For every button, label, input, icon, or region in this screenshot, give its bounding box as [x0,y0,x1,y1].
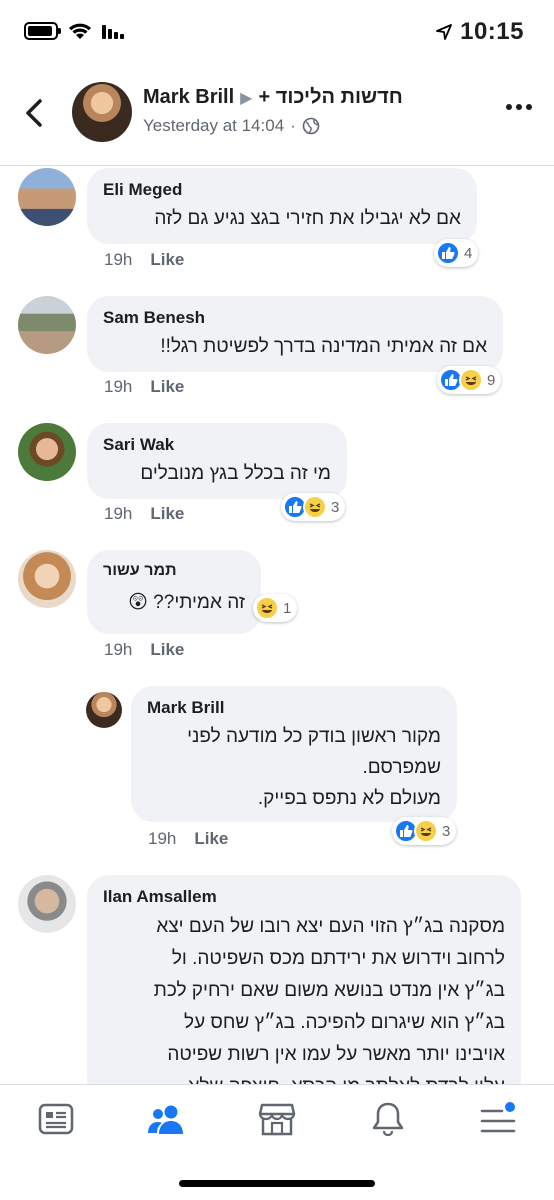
commenter-avatar[interactable] [18,423,76,481]
reaction-count: 3 [331,498,340,516]
like-button[interactable]: Like [150,250,184,270]
commenter-name[interactable]: Eli Meged [103,180,461,200]
comment-text: מסקנה בג״ץ הזוי העם יצא רובו של העם יצא [156,916,505,937]
comment-time[interactable]: 19h [104,377,132,397]
comment-text: בג״ץ אין מנדט בנושא משום שאם ירחיק לכת [153,980,505,1001]
globe-icon [302,117,320,135]
marketplace-icon [258,1103,296,1136]
news-feed-icon [38,1103,74,1135]
groups-icon [148,1105,183,1134]
post-header: Mark Brill ▶ חדשות הליכוד + Yesterday at… [0,70,554,166]
comment-time[interactable]: 19h [104,640,132,660]
more-options-icon[interactable] [506,104,532,110]
author-name[interactable]: Mark Brill [143,86,234,109]
comment-bubble: Mark Brill מקור ראשון בודק כל מודעה לפני… [131,686,457,822]
group-name[interactable]: חדשות הליכוד + [258,86,402,109]
status-time: 10:15 [460,18,524,45]
like-button[interactable]: Like [150,377,184,397]
reaction-count: 9 [487,371,496,389]
commenter-avatar[interactable] [18,296,76,354]
location-arrow-icon [436,24,453,40]
comment-meta: 19h Like [104,504,184,524]
haha-reaction-icon [255,596,279,620]
reaction-summary[interactable]: 1 [253,594,298,622]
notifications-tab[interactable] [368,1099,408,1139]
comment-time[interactable]: 19h [104,250,132,270]
signal-icon [102,23,124,39]
reaction-summary[interactable]: 4 [434,239,479,267]
bell-icon [372,1102,404,1137]
author-avatar[interactable] [72,82,132,142]
back-icon[interactable] [20,96,50,130]
comment-meta: 19h Like [104,640,184,660]
post-timestamp[interactable]: Yesterday at 14:04 [143,116,284,136]
comment-meta: 19h Like [104,377,184,397]
comment-meta: 19h Like [104,250,184,270]
comment-bubble: תמר עשור זה אמיתי?? 😲 [87,550,261,634]
comment-text: מי זה בכלל בגץ מנובלים [140,463,331,484]
comment-text: שמפרסם. [362,757,441,778]
reaction-count: 4 [464,244,473,262]
wifi-icon [69,23,91,39]
haha-reaction-icon [459,368,483,392]
commenter-avatar[interactable] [18,168,76,226]
like-reaction-icon [436,241,460,265]
comment-text: מעולם לא נתפס בפייק. [257,788,441,809]
commenter-name[interactable]: Ilan Amsallem [103,887,505,907]
menu-tab[interactable] [478,1099,518,1139]
reaction-count: 3 [442,822,451,840]
post-meta: Yesterday at 14:04 · [143,116,320,136]
marketplace-tab[interactable] [257,1099,297,1139]
haha-reaction-icon [303,495,327,519]
reaction-summary[interactable]: 3 [281,493,346,521]
haha-reaction-icon [414,819,438,843]
commenter-avatar[interactable] [18,550,76,608]
like-button[interactable]: Like [150,504,184,524]
menu-icon [480,1102,516,1133]
like-button[interactable]: Like [150,640,184,660]
comment-text: אם זה אמיתי המדינה בדרך לפשיטת רגל!! [160,336,487,357]
comment-time[interactable]: 19h [148,829,176,849]
comment-text: אם לא יגבילו את חזירי בגצ נגיע גם לזה [154,208,461,229]
comment-text: זה אמיתי?? 😲 [128,592,245,613]
commenter-avatar[interactable] [18,875,76,933]
commenter-name[interactable]: Sari Wak [103,435,331,455]
commenter-name[interactable]: Mark Brill [147,698,441,718]
comment-bubble: Sam Benesh אם זה אמיתי המדינה בדרך לפשיט… [87,296,503,372]
status-bar: 10:15 [0,0,554,70]
comment-text: בג״ץ הוא שיגרום להפיכה. בג״ץ שחס על [184,1012,505,1033]
post-title: Mark Brill ▶ חדשות הליכוד + [143,86,403,109]
comment-text: לרחוב וידרוש את ירידתם מכס השפיטה. ול [171,948,505,969]
comment-bubble: Sari Wak מי זה בכלל בגץ מנובלים [87,423,347,499]
battery-icon [24,22,61,40]
commenter-name[interactable]: Sam Benesh [103,308,487,328]
reaction-count: 1 [283,599,292,617]
comment-text: מקור ראשון בודק כל מודעה לפני [187,726,441,747]
groups-tab[interactable] [146,1099,186,1139]
commenter-name[interactable]: תמר עשור [103,562,245,580]
comment-meta: 19h Like [148,829,228,849]
news-feed-tab[interactable] [36,1099,76,1139]
comment-time[interactable]: 19h [104,504,132,524]
reaction-summary[interactable]: 3 [392,817,457,845]
meta-separator: · [290,116,296,135]
comment-text: אויבינו יותר מאשר על עמו אין רשות שפיטה [167,1044,505,1065]
like-button[interactable]: Like [194,829,228,849]
caret-right-icon: ▶ [240,89,253,107]
home-indicator[interactable] [179,1180,375,1187]
commenter-avatar[interactable] [86,692,122,728]
reaction-summary[interactable]: 9 [437,366,502,394]
comment-bubble: Eli Meged אם לא יגבילו את חזירי בגצ נגיע… [87,168,477,244]
